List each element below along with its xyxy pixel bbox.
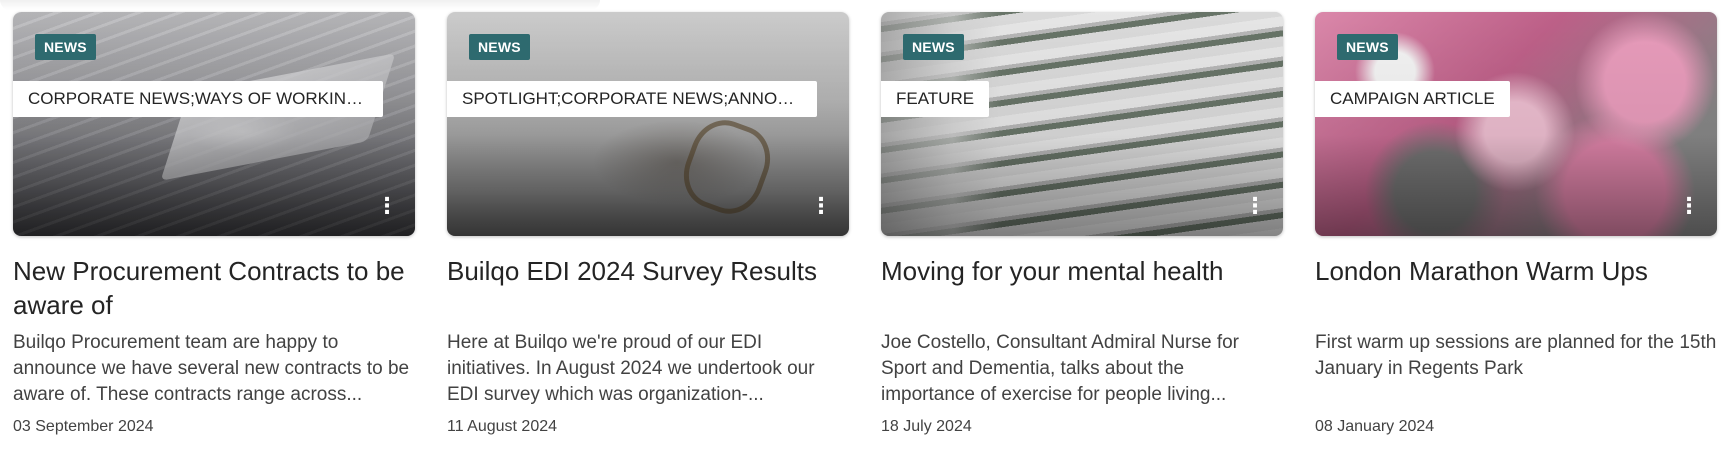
card-title[interactable]: London Marathon Warm Ups bbox=[1315, 254, 1717, 322]
card-description: Builqo Procurement team are happy to ann… bbox=[13, 332, 410, 405]
card-thumbnail[interactable]: NEWS FEATURE ⋮ bbox=[881, 12, 1283, 236]
card-title[interactable]: New Procurement Contracts to be aware of bbox=[13, 254, 415, 322]
news-card[interactable]: NEWS CAMPAIGN ARTICLE ⋮ London Marathon … bbox=[1315, 12, 1717, 462]
topic-tag: CORPORATE NEWS;WAYS OF WORKING... bbox=[13, 81, 383, 117]
card-title[interactable]: Moving for your mental health bbox=[881, 254, 1283, 322]
news-card[interactable]: NEWS SPOTLIGHT;CORPORATE NEWS;ANNOU... ⋮… bbox=[447, 12, 849, 462]
card-thumbnail[interactable]: NEWS SPOTLIGHT;CORPORATE NEWS;ANNOU... ⋮ bbox=[447, 12, 849, 236]
news-card[interactable]: NEWS CORPORATE NEWS;WAYS OF WORKING... ⋮… bbox=[13, 12, 415, 462]
more-options-button[interactable]: ⋮ bbox=[1677, 192, 1701, 220]
news-card[interactable]: NEWS FEATURE ⋮ Moving for your mental he… bbox=[881, 12, 1283, 462]
news-type-badge: NEWS bbox=[903, 34, 964, 60]
card-thumbnail[interactable]: NEWS CAMPAIGN ARTICLE ⋮ bbox=[1315, 12, 1717, 236]
more-vertical-icon: ⋮ bbox=[1678, 193, 1700, 218]
card-date: 03 September 2024 bbox=[13, 418, 154, 435]
more-options-button[interactable]: ⋮ bbox=[809, 192, 833, 220]
topic-tag: SPOTLIGHT;CORPORATE NEWS;ANNOU... bbox=[447, 81, 817, 117]
news-type-badge: NEWS bbox=[1337, 34, 1398, 60]
scroll-shadow bbox=[0, 0, 600, 10]
topic-tag: CAMPAIGN ARTICLE bbox=[1315, 81, 1510, 117]
more-vertical-icon: ⋮ bbox=[810, 193, 832, 218]
news-card-list: NEWS CORPORATE NEWS;WAYS OF WORKING... ⋮… bbox=[13, 12, 1717, 462]
card-description: Joe Costello, Consultant Admiral Nurse f… bbox=[881, 332, 1239, 405]
card-thumbnail[interactable]: NEWS CORPORATE NEWS;WAYS OF WORKING... ⋮ bbox=[13, 12, 415, 236]
card-description: First warm up sessions are planned for t… bbox=[1315, 332, 1717, 379]
card-date: 08 January 2024 bbox=[1315, 418, 1435, 435]
news-type-badge: NEWS bbox=[469, 34, 530, 60]
topic-tag: FEATURE bbox=[881, 81, 990, 117]
more-vertical-icon: ⋮ bbox=[376, 193, 398, 218]
card-title[interactable]: Builqo EDI 2024 Survey Results bbox=[447, 254, 849, 322]
more-vertical-icon: ⋮ bbox=[1244, 193, 1266, 218]
news-type-badge: NEWS bbox=[35, 34, 96, 60]
card-date: 11 August 2024 bbox=[447, 418, 558, 435]
more-options-button[interactable]: ⋮ bbox=[375, 192, 399, 220]
card-description: Here at Builqo we're proud of our EDI in… bbox=[447, 332, 815, 405]
card-date: 18 July 2024 bbox=[881, 418, 972, 435]
more-options-button[interactable]: ⋮ bbox=[1243, 192, 1267, 220]
